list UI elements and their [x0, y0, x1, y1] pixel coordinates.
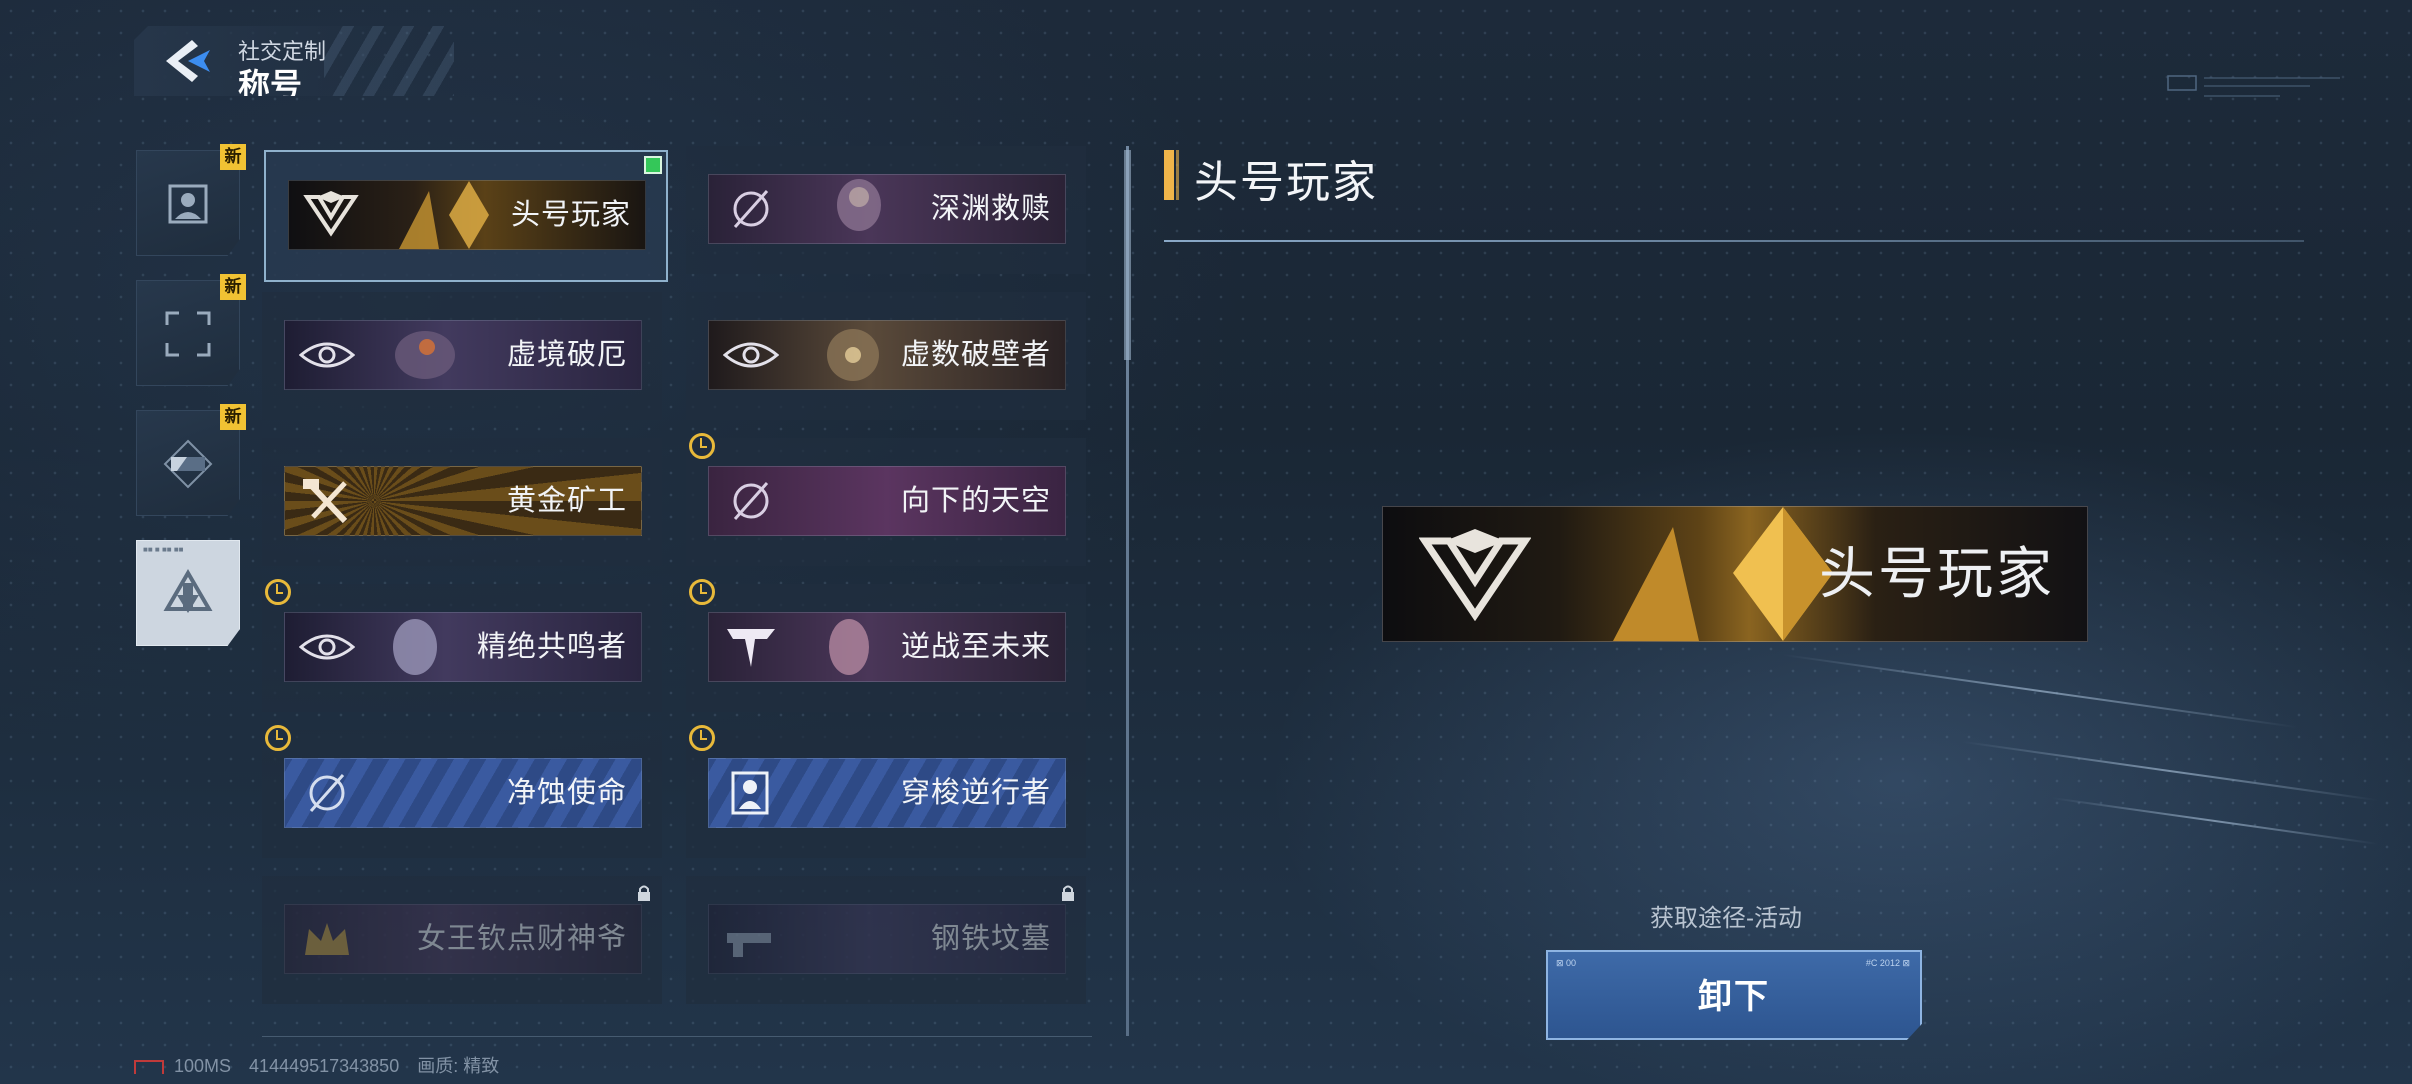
category-code: ■■ ■ ■■ ■■: [143, 545, 184, 554]
portrait-icon: [168, 184, 208, 224]
limited-time-icon: [265, 579, 291, 605]
user-id: 414449517343850: [249, 1056, 400, 1076]
back-button[interactable]: [162, 36, 218, 86]
unequip-button[interactable]: ⊠ 00 #C 2012 ⊠ 卸下: [1546, 950, 1922, 1040]
title-label: 头号玩家: [510, 199, 631, 231]
title-label: 穿梭逆行者: [900, 777, 1051, 809]
list-divider: [262, 1036, 1092, 1037]
title-banner: 虚境破厄: [284, 320, 642, 390]
title-item-12[interactable]: 钢铁坟墓: [686, 876, 1086, 1004]
back-arrow-icon: [166, 40, 210, 82]
detail-title: 头号玩家: [1194, 158, 1378, 207]
lock-icon: [638, 885, 650, 901]
title-item-9[interactable]: 净蚀使命: [262, 725, 662, 858]
new-badge: 新: [220, 404, 246, 430]
limited-time-icon: [689, 725, 715, 751]
title-preview-banner: 头号玩家: [1382, 506, 2088, 642]
title-banner: 深渊救赎: [708, 174, 1066, 244]
title-emblem-icon: [163, 569, 213, 613]
title-banner: 精绝共鸣者: [284, 612, 642, 682]
title-accent-bar: [1164, 150, 1174, 200]
title-banner: 钢铁坟墓: [708, 904, 1066, 974]
title-banner: 黄金矿工: [284, 466, 642, 536]
header-stripes: [324, 26, 454, 96]
title-item-4[interactable]: 虚数破壁者: [686, 292, 1086, 420]
character-art: [837, 179, 881, 231]
signal-icon: [134, 1060, 164, 1075]
title-label: 精绝共鸣者: [476, 631, 627, 663]
ping-value: 100MS: [174, 1056, 232, 1076]
eye-icon: [299, 634, 355, 660]
page-title: 称号: [238, 67, 303, 103]
title-label: 深渊救赎: [930, 193, 1051, 225]
v-crest-icon: [303, 191, 359, 237]
unequip-label: 卸下: [1698, 978, 1770, 1016]
slash-circle-icon: [733, 190, 769, 228]
t-logo-icon: [727, 629, 775, 667]
list-scrollbar[interactable]: [1124, 150, 1131, 360]
character-art: [395, 331, 455, 379]
category-title[interactable]: ■■ ■ ■■ ■■: [136, 540, 240, 646]
title-label: 逆战至未来: [900, 631, 1051, 663]
status-bar: 100MS 414449517343850 画质: 精致: [134, 1052, 517, 1076]
limited-time-icon: [689, 579, 715, 605]
new-badge: 新: [220, 144, 246, 170]
light-streak: [1782, 653, 2298, 729]
title-label: 黄金矿工: [506, 485, 627, 517]
title-item-10[interactable]: 穿梭逆行者: [686, 725, 1086, 858]
title-item-3[interactable]: 虚境破厄: [262, 292, 662, 420]
lock-icon: [1062, 885, 1074, 901]
title-banner: 向下的天空: [708, 466, 1066, 536]
character-art: [393, 619, 437, 675]
title-label: 向下的天空: [900, 485, 1051, 517]
title-item-7[interactable]: 精绝共鸣者: [262, 579, 662, 712]
preview-label: 头号玩家: [1819, 542, 2055, 605]
title-label: 虚境破厄: [506, 339, 627, 371]
eye-icon: [723, 342, 779, 368]
light-streak: [2051, 797, 2379, 845]
starburst-art: [827, 329, 879, 381]
title-item-5[interactable]: 黄金矿工: [262, 438, 662, 566]
card-icon: [163, 439, 213, 489]
title-banner: 穿梭逆行者: [708, 758, 1066, 828]
frame-icon: [165, 311, 211, 357]
title-label: 钢铁坟墓: [930, 923, 1051, 955]
title-banner: 逆战至未来: [708, 612, 1066, 682]
slash-circle-icon: [309, 774, 345, 812]
pickaxe-icon: [303, 479, 348, 524]
slash-circle-icon: [733, 482, 769, 520]
title-item-1[interactable]: 头号玩家: [264, 150, 668, 282]
light-streak: [1961, 740, 2379, 802]
page-header: 社交定制 称号: [134, 26, 454, 96]
shield-figure-icon: [731, 771, 769, 815]
acquire-method: 获取途径-活动: [1650, 905, 1802, 932]
limited-time-icon: [689, 433, 715, 459]
title-label: 净蚀使命: [506, 777, 627, 809]
gun-icon: [727, 933, 771, 957]
gold-shard-art: [399, 181, 489, 249]
title-item-11[interactable]: 女王钦点财神爷: [262, 876, 662, 1004]
title-item-8[interactable]: 逆战至未来: [686, 579, 1086, 712]
limited-time-icon: [265, 725, 291, 751]
title-item-6[interactable]: 向下的天空: [686, 433, 1086, 566]
title-accent-bar: [1176, 150, 1179, 200]
title-banner: 净蚀使命: [284, 758, 642, 828]
title-label: 女王钦点财神爷: [416, 923, 627, 955]
detail-divider: [1164, 240, 2304, 242]
graphics-quality: 画质: 精致: [417, 1056, 500, 1076]
eye-icon: [299, 342, 355, 368]
crown-icon: [305, 923, 349, 955]
title-banner: 虚数破壁者: [708, 320, 1066, 390]
hud-decoration: [2167, 75, 2340, 97]
title-banner: 女王钦点财神爷: [284, 904, 642, 974]
new-badge: 新: [220, 274, 246, 300]
title-list: 头号玩家 深渊救赎 虚境破厄 虚数破壁者 黄金矿工 向下的天空 精绝共鸣者 逆战…: [262, 146, 1092, 1014]
title-label: 虚数破壁者: [900, 339, 1051, 371]
equipped-indicator: [644, 156, 662, 174]
title-item-2[interactable]: 深渊救赎: [686, 146, 1086, 274]
character-art: [829, 619, 869, 675]
title-banner: 头号玩家: [288, 180, 646, 250]
v-crest-icon: [1419, 529, 1531, 621]
